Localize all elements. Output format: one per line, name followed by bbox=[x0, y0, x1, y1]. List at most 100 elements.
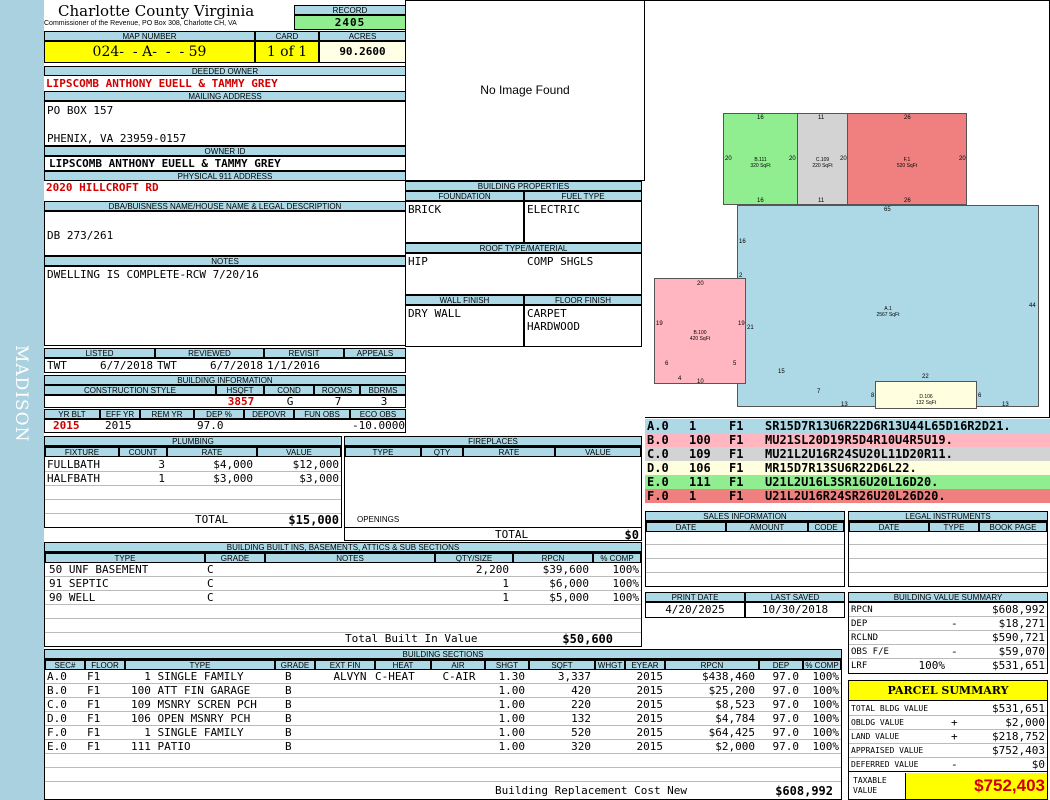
dba-label: DBA/BUISNESS NAME/HOUSE NAME & LEGAL DES… bbox=[44, 201, 406, 211]
legend-floor: F1 bbox=[729, 489, 744, 503]
parcel-land-label: LAND VALUE bbox=[851, 732, 900, 741]
sketch-dim: 5 bbox=[733, 361, 737, 367]
fireplace-total-label: TOTAL bbox=[495, 528, 529, 541]
legend-floor: F1 bbox=[729, 461, 744, 475]
section-cell bbox=[375, 684, 431, 698]
bvs-obs-label: OBS F/E bbox=[851, 647, 889, 657]
sketch-dim: 20 bbox=[725, 156, 732, 162]
last-saved-label: LAST SAVED bbox=[745, 592, 845, 602]
sections-col-dep: DEP bbox=[759, 660, 803, 670]
section-cell: 420 bbox=[571, 684, 591, 697]
builtins-row: 50 UNF BASEMENT C 2,200 $39,600 100% bbox=[45, 563, 641, 577]
sections-col-sqft: SQFT bbox=[529, 660, 595, 670]
dep-pct-label: DEP % bbox=[194, 409, 244, 419]
sections-col-floor: FLOOR bbox=[85, 660, 125, 670]
legend-row: F.0 1 F1 U21L2U16R24SR26U20L26D20. bbox=[645, 489, 1050, 503]
sketch-dim: 26 bbox=[904, 198, 911, 204]
deeded-owner-label: DEEDED OWNER bbox=[44, 66, 406, 76]
sketch-dim: 44 bbox=[1029, 303, 1036, 309]
bvs-obs: $59,070 bbox=[998, 645, 1045, 658]
roof-box: HIP COMP SHGLS bbox=[405, 253, 642, 295]
builtins-label: BUILDING BUILT INS, BASEMENTS, ATTICS & … bbox=[44, 542, 642, 552]
bvs-dep-row: DEP - $18,271 bbox=[849, 617, 1047, 631]
section-cell: 220 bbox=[571, 698, 591, 711]
sales-info-label: SALES INFORMATION bbox=[645, 511, 845, 521]
section-cell bbox=[375, 726, 431, 740]
section-cell bbox=[325, 712, 375, 726]
fireplace-col-qty: QTY bbox=[421, 447, 463, 457]
parcel-obldg-label: OBLDG VALUE bbox=[851, 718, 904, 727]
section-cell: C-HEAT bbox=[375, 670, 415, 683]
appeals-label: APPEALS bbox=[344, 348, 406, 358]
sketch-dim: 20 bbox=[697, 281, 704, 287]
sections-col-type: TYPE bbox=[125, 660, 275, 670]
map-number: 024- - A- - - 59 bbox=[44, 41, 255, 63]
section-cell: 97.0 bbox=[772, 698, 800, 711]
section-cell bbox=[595, 726, 623, 740]
revisit-label: REVISIT bbox=[264, 348, 344, 358]
builtins-total-label: Total Built In Value bbox=[345, 632, 478, 645]
sketch-dim: 2 bbox=[739, 273, 743, 279]
section-cell bbox=[433, 684, 485, 698]
legal-col-date: DATE bbox=[849, 522, 929, 532]
section-cell: 100% bbox=[812, 740, 840, 753]
foundation-value: BRICK bbox=[408, 203, 442, 216]
legend-sec: F.0 bbox=[647, 489, 669, 503]
parcel-land-row: LAND VALUE + $218,752 bbox=[849, 730, 1047, 744]
plumbing-col-rate: RATE bbox=[167, 447, 257, 457]
section-cell: B.0 bbox=[47, 684, 67, 697]
sketch-dim: 21 bbox=[747, 325, 754, 331]
fireplaces-label: FIREPLACES bbox=[344, 436, 642, 446]
section-row: F.0 F1 1 SINGLE FAMILY B 1.00 520 2015 $64,425… bbox=[45, 726, 841, 740]
bvs-dep: $18,271 bbox=[998, 617, 1045, 630]
section-cell: 97.0 bbox=[772, 684, 800, 697]
dba-box: DB 273/261 bbox=[44, 211, 406, 256]
section-cell: $2,000 bbox=[715, 740, 755, 753]
builtin-qty: 1 bbox=[502, 591, 509, 604]
section-cell: 2015 bbox=[636, 712, 664, 725]
builtins-col-type: TYPE bbox=[45, 553, 205, 563]
plumbing-row-empty bbox=[45, 486, 341, 500]
section-row-empty bbox=[45, 754, 841, 768]
plumbing-fixture: FULLBATH bbox=[47, 458, 100, 471]
legend-floor: F1 bbox=[729, 475, 744, 489]
sketch-section-b: B.100 420 SqFt bbox=[654, 278, 746, 384]
builtin-comp: 100% bbox=[612, 563, 640, 576]
eco-obs-label: ECO OBS bbox=[350, 409, 406, 419]
builtins-table: TYPE GRADE NOTES QTY/SIZE RPCN % COMP 50… bbox=[44, 552, 642, 647]
section-cell: B bbox=[285, 726, 292, 739]
sales-row-empty bbox=[646, 558, 844, 572]
foundation-box: BRICK bbox=[405, 201, 524, 243]
bvs-obs-sign: - bbox=[951, 645, 958, 658]
builtin-grade: C bbox=[207, 577, 214, 590]
fireplaces-table: TYPE QTY RATE VALUE OPENINGS TOTAL $0 bbox=[344, 446, 642, 542]
physical-address-label: PHYSICAL 911 ADDRESS bbox=[44, 171, 406, 181]
legend-code: 109 bbox=[689, 447, 711, 461]
legend-vector: MR15D7R13SU6R22D6L22. bbox=[765, 461, 917, 475]
bvs-lrf-pct: 100% bbox=[918, 659, 946, 672]
section-cell: $64,425 bbox=[708, 726, 755, 739]
plumbing-row-empty bbox=[45, 500, 341, 514]
section-row: D.0 F1 106 OPEN MSNRY PCH B 1.00 132 2015 $4,78… bbox=[45, 712, 841, 726]
section-row: C.0 F1 109 MSNRY SCREN PCH B 1.00 220 2015 $8,5… bbox=[45, 698, 841, 712]
section-cell: A.0 bbox=[47, 670, 67, 683]
sketch-dim: 11 bbox=[818, 198, 825, 204]
section-cell: D.0 bbox=[47, 712, 67, 725]
sales-col-code: CODE bbox=[808, 522, 844, 532]
section-cell bbox=[595, 670, 623, 684]
section-cell bbox=[375, 740, 431, 754]
plumbing-value: $3,000 bbox=[299, 472, 339, 485]
revisit-date: 1/1/2016 bbox=[267, 359, 320, 372]
bvs-rclnd-label: RCLND bbox=[851, 633, 879, 643]
legend-sec: A.0 bbox=[647, 419, 669, 433]
section-cell: 100 ATT FIN GARAGE bbox=[131, 684, 251, 697]
sections-col-eyear: EYEAR bbox=[625, 660, 665, 670]
plumbing-value: $12,000 bbox=[292, 458, 339, 471]
legend-row: C.0 109 F1 MU21L2U16R24SU20L11D20R11. bbox=[645, 447, 1050, 461]
photo-frame: No Image Found bbox=[405, 0, 645, 181]
builtins-total: $50,600 bbox=[562, 632, 613, 646]
section-cell: F.0 bbox=[47, 726, 67, 739]
sketch-dim: 8 bbox=[871, 393, 875, 399]
sales-row-empty bbox=[646, 544, 844, 558]
sketch-dim: 6 bbox=[978, 393, 982, 399]
